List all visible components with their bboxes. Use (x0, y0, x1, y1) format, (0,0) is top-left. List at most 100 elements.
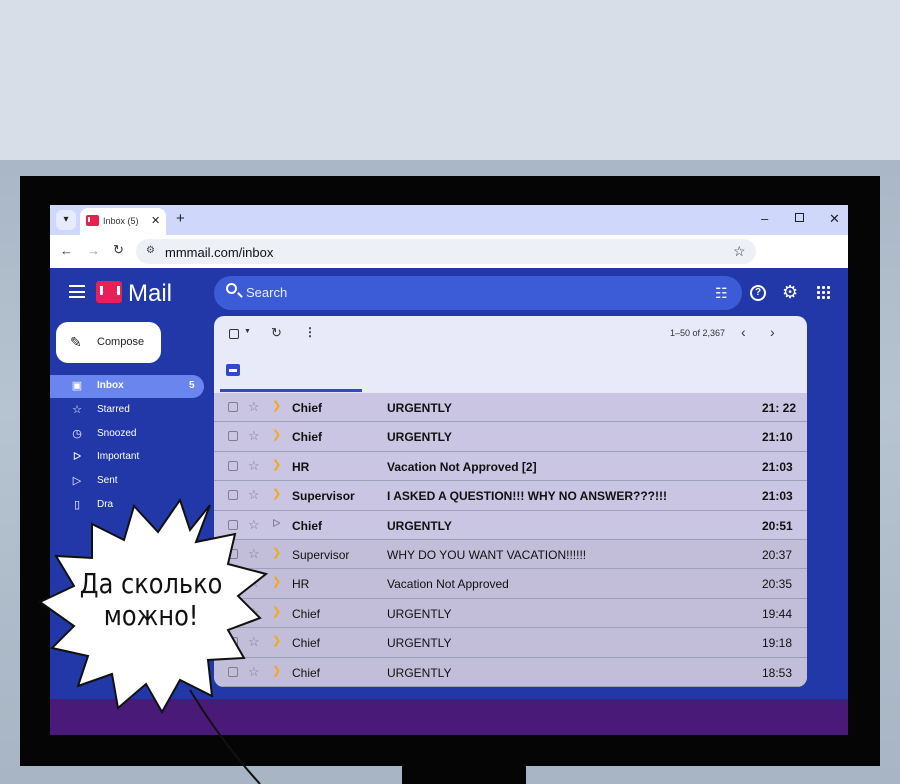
star-icon[interactable]: ☆ (248, 458, 260, 474)
close-window-button[interactable]: ✕ (829, 211, 840, 227)
background-sky (0, 0, 900, 160)
important-marker-icon[interactable]: ❯ (272, 575, 281, 588)
forward-arrow-icon[interactable]: → (87, 243, 100, 258)
next-page-icon[interactable]: › (770, 324, 775, 340)
monitor-stand (402, 762, 526, 784)
tab-close-icon[interactable]: ✕ (151, 214, 160, 227)
select-dropdown-icon[interactable]: ▼ (244, 328, 251, 335)
important-marker-icon[interactable]: ᐅ (272, 517, 280, 530)
mail-logo-icon[interactable] (96, 281, 122, 303)
gear-icon[interactable]: ⚙ (782, 282, 798, 303)
row-checkbox[interactable] (228, 431, 238, 442)
sidebar-item-inbox[interactable]: ▣ Inbox 5 (50, 375, 204, 398)
email-row[interactable]: ☆ ᐅ Chief URGENTLY 20:51 (214, 510, 807, 540)
email-row[interactable]: ☆ ❯ HR Vacation Not Approved [2] 21:03 (214, 451, 807, 482)
email-row[interactable]: ☆ ❯ Supervisor WHY DO YOU WANT VACATION!!!!… (214, 539, 807, 570)
email-list-panel: ▼ ↻ ⋮ 1–50 of 2,367 ‹ › ☆ ❯ Chief URGENTLY 2… (214, 316, 807, 687)
prev-page-icon[interactable]: ‹ (741, 324, 746, 340)
email-time: 21:10 (762, 430, 793, 445)
email-row[interactable]: ☆❯ChiefURGENTLY19:44 (214, 598, 807, 629)
email-time: 20:35 (762, 577, 793, 592)
star-icon[interactable]: ☆ (248, 399, 260, 415)
important-marker-icon[interactable]: ❯ (272, 487, 281, 500)
important-marker-icon[interactable]: ❯ (272, 605, 281, 618)
more-options-icon[interactable]: ⋮ (304, 325, 316, 339)
important-marker-icon[interactable]: ❯ (272, 399, 281, 412)
email-time: 20:37 (762, 547, 793, 562)
email-subject: URGENTLY (387, 401, 452, 415)
email-row[interactable]: ☆ ❯ Chief URGENTLY 18:53 (214, 657, 807, 687)
sidebar-item-snoozed[interactable]: ◷ Snoozed (50, 423, 204, 446)
row-checkbox[interactable] (228, 402, 238, 412)
tab-primary[interactable] (226, 364, 240, 376)
email-subject: WHY DO YOU WANT VACATION!!!!!! (387, 547, 587, 562)
email-subject: Vacation Not Approved [2] (387, 459, 537, 474)
email-sender: Chief (292, 665, 321, 680)
select-all-checkbox[interactable] (229, 329, 239, 339)
search-icon[interactable] (226, 283, 237, 294)
email-sender: Chief (292, 636, 321, 651)
compose-button[interactable]: ✎ Compose (56, 322, 161, 363)
apps-grid-icon[interactable] (816, 285, 830, 299)
refresh-icon[interactable]: ↻ (271, 325, 282, 341)
email-time: 20:51 (762, 518, 793, 533)
main-menu-icon[interactable] (69, 285, 85, 298)
important-marker-icon[interactable]: ❯ (272, 634, 281, 647)
category-tabs (214, 352, 807, 393)
email-time: 19:44 (762, 606, 793, 621)
bookmark-star-icon[interactable]: ☆ (733, 243, 746, 260)
email-subject: URGENTLY (387, 430, 452, 445)
email-sender: Chief (292, 606, 321, 621)
search-input[interactable]: Search ☷ (214, 276, 742, 310)
minimize-button[interactable]: – (761, 211, 768, 226)
row-checkbox[interactable] (228, 460, 238, 471)
email-sender: Chief (292, 430, 322, 445)
email-row[interactable]: ☆ ❯ Supervisor I ASKED A QUESTION!!! WHY NO… (214, 481, 807, 511)
email-sender: Supervisor (292, 489, 355, 504)
list-toolbar: ▼ ↻ ⋮ 1–50 of 2,367 ‹ › (214, 316, 807, 352)
important-icon: ᐅ (72, 451, 82, 463)
restore-button[interactable] (795, 213, 804, 222)
new-tab-button[interactable]: + (176, 210, 185, 227)
search-options-icon[interactable]: ☷ (715, 285, 728, 302)
browser-tab-inbox[interactable]: Inbox (5) ✕ (80, 208, 166, 235)
active-tab-indicator (220, 389, 362, 392)
important-marker-icon[interactable]: ❯ (272, 546, 281, 559)
email-row[interactable]: ☆❯HRVacation Not Approved20:35 (214, 569, 807, 599)
email-sender: Supervisor (292, 547, 350, 562)
back-arrow-icon[interactable]: ← (60, 243, 73, 258)
mail-logo-text[interactable]: Mail (128, 280, 172, 308)
email-subject: URGENTLY (387, 518, 452, 533)
important-marker-icon[interactable]: ❯ (272, 664, 281, 677)
star-icon: ☆ (72, 404, 82, 416)
important-marker-icon[interactable]: ❯ (272, 458, 281, 471)
speech-bubble-text: Да сколько можно! (78, 568, 224, 632)
speech-line-2: можно! (103, 599, 199, 632)
email-time: 19:18 (762, 636, 793, 651)
tab-search-button[interactable]: ▾ (56, 210, 76, 230)
star-icon[interactable]: ☆ (248, 428, 260, 444)
important-marker-icon[interactable]: ❯ (272, 428, 281, 441)
reload-icon[interactable]: ↻ (113, 242, 124, 258)
help-icon[interactable]: ? (750, 285, 766, 301)
email-subject: Vacation Not Approved (387, 577, 509, 592)
site-settings-icon[interactable]: ⚙ (146, 245, 155, 256)
browser-tab-bar: ▾ Inbox (5) ✕ + – ✕ (50, 205, 848, 235)
compose-label: Compose (97, 336, 145, 348)
email-time: 21: 22 (762, 401, 797, 415)
email-row[interactable]: ☆ ❯ Chief URGENTLY 21:10 (214, 422, 807, 452)
sidebar-item-label: Snoozed (97, 428, 137, 439)
send-icon: ▷ (72, 475, 82, 487)
email-sender: Chief (292, 518, 322, 533)
sidebar-item-label: Starred (97, 404, 130, 415)
sidebar-item-label: Inbox (97, 380, 124, 391)
email-subject: URGENTLY (387, 665, 452, 680)
email-row[interactable]: ☆ ❯ Chief URGENTLY 19:18 (214, 628, 807, 658)
url-field[interactable]: ⚙ mmmail.com/inbox ☆ (136, 239, 756, 264)
email-row[interactable]: ☆ ❯ Chief URGENTLY 21: 22 (214, 393, 807, 423)
email-sender: HR (292, 577, 310, 592)
email-sender: HR (292, 459, 310, 474)
sidebar-item-starred[interactable]: ☆ Starred (50, 399, 204, 422)
sidebar-item-important[interactable]: ᐅ Important (50, 446, 204, 469)
url-text: mmmail.com/inbox (165, 245, 274, 260)
